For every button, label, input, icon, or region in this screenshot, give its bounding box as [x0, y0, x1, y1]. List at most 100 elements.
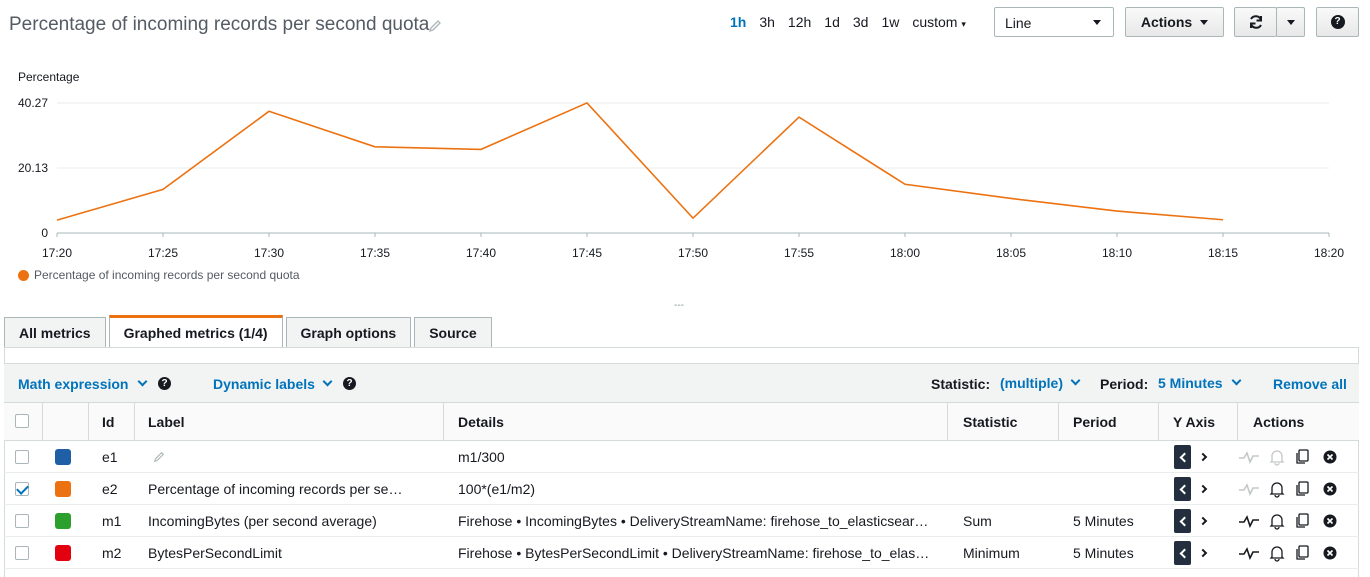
metric-label[interactable]: BytesPerSecondLimit	[148, 545, 282, 561]
row-checkbox[interactable]	[15, 450, 29, 464]
table-row[interactable]: m2 BytesPerSecondLimit Firehose • BytesPer…	[4, 537, 1359, 569]
copy-icon[interactable]	[1294, 512, 1310, 530]
metric-details[interactable]: Firehose • BytesPerSecondLimit • Deliver…	[458, 545, 929, 561]
resize-handle[interactable]: ---	[674, 300, 684, 311]
bell-icon[interactable]	[1269, 448, 1285, 466]
refresh-options-button[interactable]	[1276, 7, 1305, 37]
bell-icon[interactable]	[1269, 544, 1285, 562]
metric-details[interactable]: Firehose • IncomingBytes • DeliveryStrea…	[458, 513, 928, 529]
graph-metric-icon[interactable]	[1238, 480, 1260, 498]
remove-icon[interactable]	[1322, 480, 1338, 498]
table-row[interactable]: e1 m1/300	[4, 441, 1359, 473]
graph-metric-icon[interactable]	[1238, 544, 1260, 562]
bell-icon[interactable]	[1269, 480, 1285, 498]
tab-graphed-metrics[interactable]: Graphed metrics (1/4)	[108, 315, 283, 347]
pencil-icon[interactable]	[153, 451, 165, 463]
pencil-icon[interactable]	[428, 19, 442, 33]
metrics-toolbar: Math expression ? Dynamic labels ? Stati…	[4, 363, 1359, 403]
metric-label[interactable]: IncomingBytes (per second average)	[148, 513, 377, 529]
metric-details[interactable]: m1/300	[458, 449, 505, 465]
remove-icon[interactable]	[1322, 512, 1338, 530]
row-checkbox[interactable]	[15, 546, 29, 560]
tab-graph-options[interactable]: Graph options	[285, 317, 412, 347]
metric-id[interactable]: m2	[102, 545, 121, 561]
x-tick-label: 17:35	[360, 246, 390, 260]
remove-icon[interactable]	[1322, 448, 1338, 466]
column-header-y-axis[interactable]: Y Axis	[1173, 414, 1215, 430]
y-axis-right-button[interactable]	[1198, 548, 1208, 558]
copy-icon[interactable]	[1294, 448, 1310, 466]
tab-source[interactable]: Source	[414, 317, 492, 347]
help-icon[interactable]: ?	[343, 377, 356, 390]
dynamic-labels-dropdown[interactable]: Dynamic labels	[213, 376, 315, 392]
range-1h[interactable]: 1h	[730, 14, 753, 30]
metric-label[interactable]: Percentage of incoming records per se…	[148, 481, 402, 497]
tab-all-metrics[interactable]: All metrics	[4, 317, 106, 347]
help-button[interactable]: ?	[1316, 7, 1359, 37]
y-axis-left-button[interactable]	[1174, 541, 1191, 565]
y-tick-label: 20.13	[18, 161, 48, 175]
graph-metric-icon[interactable]	[1238, 448, 1260, 466]
column-header-details[interactable]: Details	[458, 414, 504, 430]
row-checkbox[interactable]	[15, 514, 29, 528]
chevron-down-icon	[1231, 375, 1242, 386]
y-axis-label: Percentage	[18, 70, 80, 84]
graph-title: Percentage of incoming records per secon…	[9, 14, 430, 35]
color-swatch[interactable]	[55, 481, 71, 497]
y-axis-left-button[interactable]	[1174, 509, 1191, 533]
x-tick-label: 18:15	[1208, 246, 1238, 260]
x-tick-label: 18:20	[1314, 246, 1344, 260]
range-1d[interactable]: 1d	[824, 14, 847, 30]
column-header-id[interactable]: Id	[102, 414, 114, 430]
color-swatch[interactable]	[55, 449, 71, 465]
remove-icon[interactable]	[1322, 544, 1338, 562]
refresh-button[interactable]	[1234, 7, 1277, 37]
select-all-checkbox[interactable]	[15, 414, 29, 428]
statistic-dropdown[interactable]: (multiple)	[1000, 375, 1063, 391]
copy-icon[interactable]	[1294, 480, 1310, 498]
table-row[interactable]: e2 Percentage of incoming records per se……	[4, 473, 1359, 505]
x-tick-label: 17:20	[42, 246, 72, 260]
color-swatch[interactable]	[55, 513, 71, 529]
metric-details[interactable]: 100*(e1/m2)	[458, 481, 535, 497]
x-tick-label: 17:50	[678, 246, 708, 260]
metric-period[interactable]: 5 Minutes	[1073, 513, 1134, 529]
help-icon[interactable]: ?	[158, 377, 171, 390]
y-axis-right-button[interactable]	[1198, 452, 1208, 462]
graph-metric-icon[interactable]	[1238, 512, 1260, 530]
range-12h[interactable]: 12h	[788, 14, 818, 30]
metric-id[interactable]: e2	[102, 481, 118, 497]
row-checkbox[interactable]	[15, 482, 29, 496]
column-header-label[interactable]: Label	[148, 414, 185, 430]
metric-id[interactable]: m1	[102, 513, 121, 529]
y-axis-right-button[interactable]	[1198, 484, 1208, 494]
metric-id[interactable]: e1	[102, 449, 118, 465]
column-header-period[interactable]: Period	[1073, 414, 1117, 430]
chart-type-select[interactable]: Line	[994, 7, 1114, 37]
column-header-statistic[interactable]: Statistic	[963, 414, 1017, 430]
range-custom[interactable]: custom ▾	[912, 14, 973, 30]
range-3h[interactable]: 3h	[759, 14, 782, 30]
caret-down-icon	[1287, 20, 1295, 25]
period-label: Period:	[1100, 376, 1149, 392]
table-row[interactable]: m1 IncomingBytes (per second average) Fire…	[4, 505, 1359, 537]
y-axis-left-button[interactable]	[1174, 445, 1191, 469]
metric-period[interactable]: 5 Minutes	[1073, 545, 1134, 561]
period-dropdown[interactable]: 5 Minutes	[1158, 375, 1223, 391]
remove-all-button[interactable]: Remove all	[1273, 376, 1347, 392]
copy-icon[interactable]	[1294, 544, 1310, 562]
metric-statistic[interactable]: Sum	[963, 513, 992, 529]
y-axis-right-button[interactable]	[1198, 516, 1208, 526]
chevron-down-icon	[322, 376, 333, 387]
metric-statistic[interactable]: Minimum	[963, 545, 1020, 561]
color-swatch[interactable]	[55, 545, 71, 561]
math-expression-dropdown[interactable]: Math expression	[18, 376, 128, 392]
range-3d[interactable]: 3d	[853, 14, 876, 30]
bell-icon[interactable]	[1269, 512, 1285, 530]
range-1w[interactable]: 1w	[881, 14, 906, 30]
chart-legend[interactable]: Percentage of incoming records per secon…	[18, 268, 300, 282]
refresh-icon	[1249, 15, 1262, 29]
actions-button[interactable]: Actions	[1125, 7, 1224, 37]
chevron-down-icon	[1070, 375, 1081, 386]
y-axis-left-button[interactable]	[1174, 477, 1191, 501]
